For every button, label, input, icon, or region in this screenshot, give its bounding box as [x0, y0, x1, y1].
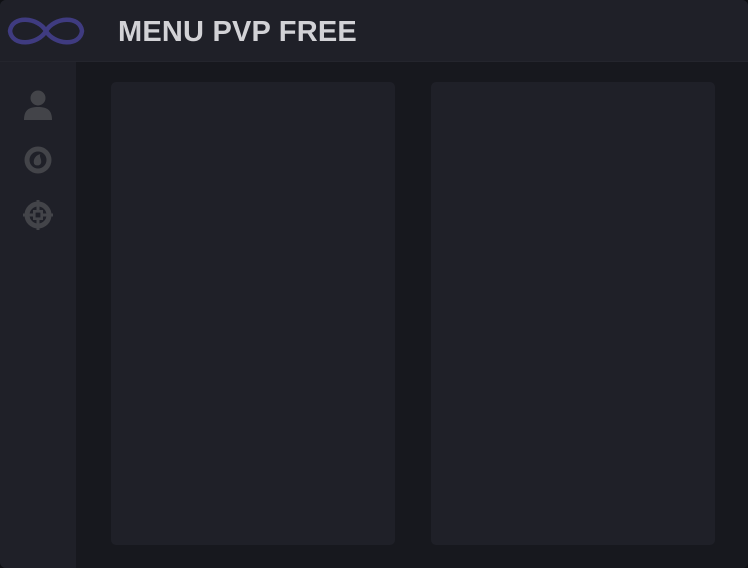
user-icon — [23, 89, 53, 121]
sidebar-item-visuals[interactable] — [19, 141, 57, 179]
title-bar: MENU PVP FREE — [0, 0, 748, 62]
sidebar-item-aim[interactable] — [19, 196, 57, 234]
crosshair-icon — [22, 199, 54, 231]
left-panel — [111, 82, 395, 545]
infinity-icon — [5, 12, 87, 50]
app-window: MENU PVP FREE — [0, 0, 748, 568]
sidebar-item-player[interactable] — [19, 86, 57, 124]
sidebar — [0, 62, 76, 568]
right-panel — [431, 82, 715, 545]
content-area — [76, 62, 748, 568]
eye-icon — [23, 145, 53, 175]
page-title: MENU PVP FREE — [118, 16, 357, 48]
